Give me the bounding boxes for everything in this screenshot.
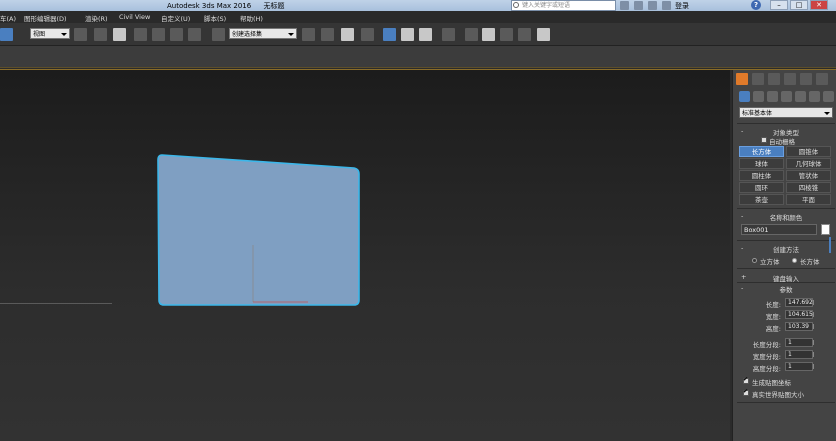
display-tab-icon[interactable] bbox=[800, 73, 812, 85]
hierarchy-tab-icon[interactable] bbox=[768, 73, 780, 85]
primitive-category-value: 标准基本体 bbox=[742, 110, 773, 117]
primitive-category-select[interactable]: 标准基本体 bbox=[739, 107, 833, 118]
box-button[interactable]: 长方体 bbox=[739, 146, 784, 157]
box-label: 长方体 bbox=[800, 258, 820, 266]
cube-radio[interactable] bbox=[752, 258, 757, 263]
object-type-rollout-header[interactable]: - 对象类型 bbox=[739, 127, 833, 137]
tube-button[interactable]: 管状体 bbox=[786, 170, 831, 181]
teapot-button[interactable]: 茶壶 bbox=[739, 194, 784, 205]
divider bbox=[737, 240, 835, 241]
panel-scrollbar[interactable] bbox=[829, 237, 831, 253]
width-label: 宽度: bbox=[765, 313, 781, 321]
length-spinner[interactable]: 147.692 bbox=[785, 298, 814, 307]
parameters-rollout-header[interactable]: - 参数 bbox=[739, 284, 833, 294]
helpers-icon[interactable] bbox=[795, 91, 806, 102]
cube-label: 立方体 bbox=[760, 258, 780, 266]
torus-button[interactable]: 圆环 bbox=[739, 182, 784, 193]
width-segs-label: 宽度分段: bbox=[752, 353, 781, 361]
height-label: 高度: bbox=[765, 325, 781, 333]
name-color-title: 名称和颜色 bbox=[769, 214, 803, 222]
name-color-rollout-header[interactable]: - 名称和颜色 bbox=[739, 212, 833, 222]
width-segs-spinner[interactable]: 1 bbox=[785, 350, 814, 359]
modify-tab-icon[interactable] bbox=[752, 73, 764, 85]
utilities-tab-icon[interactable] bbox=[816, 73, 828, 85]
create-tab-icon[interactable] bbox=[736, 73, 748, 85]
keyboard-entry-rollout-header[interactable]: + 键盘输入 bbox=[739, 273, 833, 283]
motion-tab-icon[interactable] bbox=[784, 73, 796, 85]
box-object[interactable] bbox=[0, 0, 836, 441]
divider bbox=[737, 282, 835, 283]
length-label: 长度: bbox=[765, 301, 781, 309]
real-world-checkbox[interactable] bbox=[743, 388, 749, 396]
box-face[interactable] bbox=[157, 154, 360, 306]
rollout-toggle[interactable]: + bbox=[741, 273, 746, 281]
autogrid-checkbox[interactable] bbox=[761, 137, 767, 143]
rollout-toggle[interactable]: - bbox=[741, 244, 743, 252]
box-radio[interactable] bbox=[792, 258, 797, 263]
cone-button[interactable]: 圆锥体 bbox=[786, 146, 831, 157]
real-world-label: 真实世界贴图大小 bbox=[752, 391, 804, 399]
cylinder-button[interactable]: 圆柱体 bbox=[739, 170, 784, 181]
rollout-toggle[interactable]: - bbox=[741, 127, 743, 135]
length-segs-spinner[interactable]: 1 bbox=[785, 338, 814, 347]
command-panel: 标准基本体 - 对象类型 自动栅格 长方体 圆锥体 球体 几何球体 圆柱体 管状… bbox=[732, 70, 836, 441]
height-segs-spinner[interactable]: 1 bbox=[785, 362, 814, 371]
width-spinner[interactable]: 104.615 bbox=[785, 310, 814, 319]
parameters-title: 参数 bbox=[779, 286, 793, 294]
rollout-toggle[interactable]: - bbox=[741, 212, 743, 220]
command-panel-tabs bbox=[736, 73, 828, 85]
cameras-icon[interactable] bbox=[781, 91, 792, 102]
creation-method-rollout-header[interactable]: - 创建方法 bbox=[739, 244, 833, 254]
shapes-icon[interactable] bbox=[753, 91, 764, 102]
creation-method-title: 创建方法 bbox=[773, 246, 799, 254]
divider bbox=[737, 123, 835, 124]
gen-mapping-checkbox[interactable] bbox=[743, 376, 749, 384]
object-name-field[interactable]: Box001 bbox=[741, 224, 817, 235]
height-spinner[interactable]: 103.39 bbox=[785, 322, 814, 331]
systems-icon[interactable] bbox=[823, 91, 834, 102]
divider bbox=[737, 268, 835, 269]
chevron-down-icon bbox=[824, 112, 830, 115]
geosphere-button[interactable]: 几何球体 bbox=[786, 158, 831, 169]
create-category-tabs bbox=[739, 91, 834, 102]
space-warps-icon[interactable] bbox=[809, 91, 820, 102]
length-segs-label: 长度分段: bbox=[752, 341, 781, 349]
divider bbox=[737, 402, 835, 403]
rollout-toggle[interactable]: - bbox=[741, 284, 743, 292]
object-color-swatch[interactable] bbox=[821, 224, 830, 235]
sphere-button[interactable]: 球体 bbox=[739, 158, 784, 169]
plane-button[interactable]: 平面 bbox=[786, 194, 831, 205]
gen-mapping-label: 生成贴图坐标 bbox=[752, 379, 791, 387]
geometry-icon[interactable] bbox=[739, 91, 750, 102]
autogrid-label: 自动栅格 bbox=[769, 138, 795, 146]
height-segs-label: 高度分段: bbox=[752, 365, 781, 373]
lights-icon[interactable] bbox=[767, 91, 778, 102]
pyramid-button[interactable]: 四棱锥 bbox=[786, 182, 831, 193]
divider bbox=[737, 208, 835, 209]
